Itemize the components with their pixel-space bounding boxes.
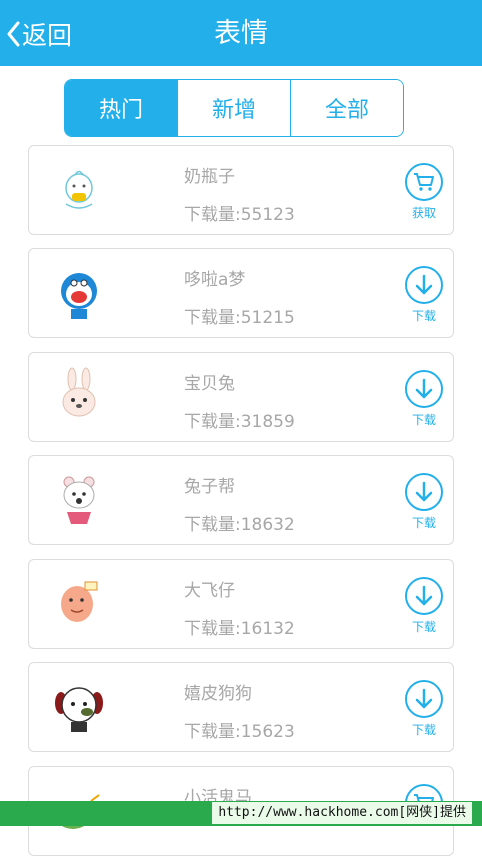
list-item[interactable]: 大飞仔 下载量:16132 下载 — [28, 559, 454, 649]
cart-icon — [414, 173, 434, 191]
sticker-name: 奶瓶子 — [184, 167, 235, 187]
watermark-text: http://www.hackhome.com[网侠]提供 — [212, 802, 472, 824]
hippie-dog-sticker-icon — [55, 687, 103, 732]
download-icon — [415, 585, 433, 606]
action-label: 下载 — [411, 723, 436, 737]
download-count: 下载量:55123 — [184, 205, 295, 225]
download-icon — [415, 274, 433, 295]
action-circle — [405, 473, 443, 511]
list-item[interactable]: 嬉皮狗狗 下载量:15623 下载 — [28, 662, 454, 752]
sticker-name: 嬉皮狗狗 — [184, 684, 252, 704]
sticker-name: 哆啦a梦 — [184, 270, 246, 290]
download-button[interactable]: 下载 — [402, 266, 446, 324]
bunny-sticker-icon — [62, 367, 96, 417]
list-item[interactable]: 兔子帮 下载量:18632 下载 — [28, 455, 454, 545]
list-item[interactable]: 奶瓶子 下载量:55123 获取 — [28, 145, 454, 235]
action-label: 下载 — [411, 413, 436, 427]
tab-new[interactable]: 新增 — [177, 80, 290, 136]
sticker-name: 兔子帮 — [184, 477, 235, 497]
action-circle — [405, 266, 443, 304]
download-icon — [415, 481, 433, 502]
list-item[interactable]: 哆啦a梦 下载量:51215 下载 — [28, 248, 454, 338]
milk-bottle-sticker-icon — [65, 170, 93, 209]
top-bar: 返回 表情 — [0, 0, 482, 66]
download-button[interactable]: 下载 — [402, 370, 446, 428]
action-circle — [405, 577, 443, 615]
tab-hot[interactable]: 热门 — [65, 80, 177, 136]
download-button[interactable]: 下载 — [402, 473, 446, 531]
action-label: 下载 — [411, 516, 436, 530]
download-button[interactable]: 下载 — [402, 577, 446, 635]
list-item[interactable]: 宝贝兔 下载量:31859 下载 — [28, 352, 454, 442]
big-fly-boy-sticker-icon — [61, 581, 98, 622]
rabbit-gang-sticker-icon — [63, 476, 95, 524]
page-title: 表情 — [214, 18, 268, 49]
doraemon-sticker-icon — [61, 273, 97, 319]
download-count: 下载量:18632 — [184, 515, 295, 535]
download-count: 下载量:51215 — [184, 308, 295, 328]
download-icon — [415, 688, 433, 709]
tab-all[interactable]: 全部 — [290, 80, 403, 136]
sticker-name: 大飞仔 — [184, 581, 235, 601]
action-label: 下载 — [411, 309, 436, 323]
download-count: 下载量:31859 — [184, 412, 295, 432]
sticker-name: 宝贝兔 — [184, 374, 235, 394]
download-icon — [415, 378, 433, 399]
download-count: 下载量:15623 — [184, 722, 295, 742]
action-circle — [405, 163, 443, 201]
download-count: 下载量:16132 — [184, 619, 295, 639]
action-circle — [405, 370, 443, 408]
download-button[interactable]: 下载 — [402, 680, 446, 738]
get-button[interactable]: 获取 — [402, 163, 446, 221]
action-label: 下载 — [411, 620, 436, 634]
category-tabs: 热门 新增 全部 — [64, 79, 404, 137]
action-circle — [405, 680, 443, 718]
action-label: 获取 — [411, 206, 436, 220]
